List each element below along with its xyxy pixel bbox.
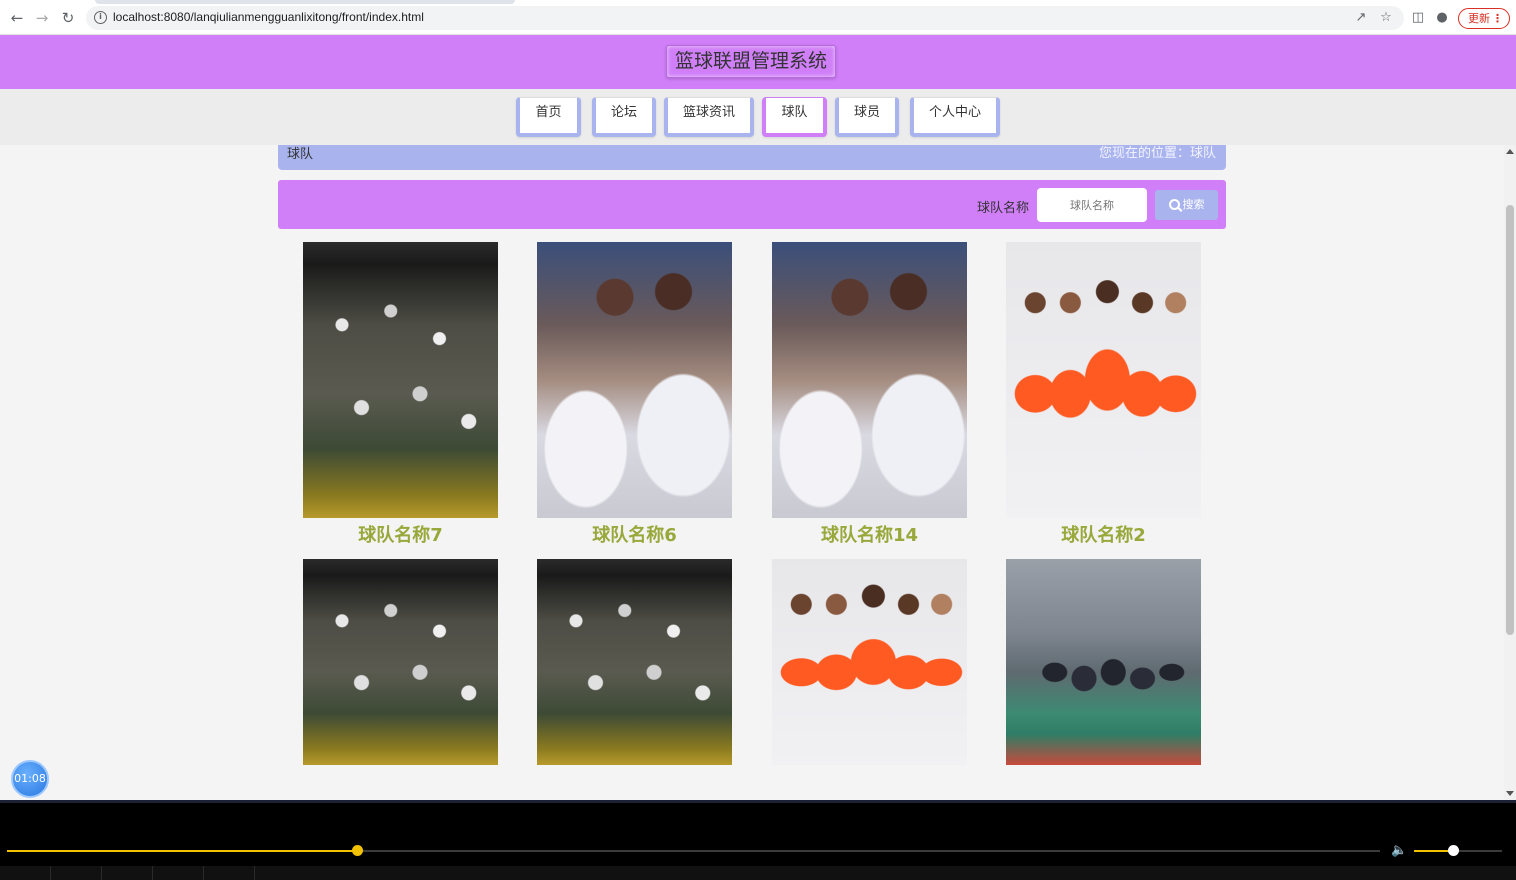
strip-divider (101, 866, 102, 880)
address-bar[interactable]: i localhost:8080/lanqiulianmengguanlixit… (86, 6, 1404, 30)
update-label: 更新 (1468, 12, 1490, 25)
scroll-up-icon[interactable] (1506, 149, 1514, 154)
team-name[interactable]: 球队名称6 (537, 521, 732, 547)
back-icon[interactable]: ← (8, 9, 26, 27)
browser-toolbar: ← → ↻ i localhost:8080/lanqiulianmenggua… (0, 0, 1516, 35)
page-scrollbar[interactable] (1504, 145, 1516, 800)
team-card[interactable] (537, 559, 732, 765)
team-photo[interactable] (1006, 242, 1201, 518)
volume-handle[interactable] (1447, 845, 1459, 856)
volume-icon[interactable]: 🔈 (1391, 843, 1407, 859)
team-card[interactable]: 球队名称14 (772, 242, 967, 547)
nav-teams[interactable]: 球队 (762, 97, 827, 137)
url-text[interactable]: localhost:8080/lanqiulianmengguanlixiton… (113, 10, 424, 24)
team-card[interactable]: 球队名称6 (537, 242, 732, 547)
search-button[interactable]: 搜索 (1155, 190, 1218, 220)
share-icon[interactable]: ↗ (1353, 10, 1369, 26)
team-card[interactable] (772, 559, 967, 765)
search-button-label: 搜索 (1182, 198, 1205, 211)
volume-slider[interactable] (1414, 845, 1502, 856)
profile-icon[interactable]: ● (1434, 10, 1450, 26)
player-divider (0, 800, 1516, 803)
team-photo[interactable] (303, 242, 498, 518)
team-photo[interactable] (303, 559, 498, 765)
sidebar-icon[interactable]: ◫ (1410, 10, 1426, 26)
seek-progress (7, 850, 358, 852)
site-header: 篮球联盟管理系统 (0, 35, 1516, 89)
breadcrumb: 球队 您现在的位置：球队 (278, 145, 1226, 170)
info-icon[interactable]: i (94, 11, 107, 24)
page-viewport: 篮球联盟管理系统 首页 论坛 篮球资讯 球队 球员 个人中心 球队 您现在的位置… (0, 35, 1516, 800)
team-name[interactable]: 球队名称14 (772, 521, 967, 547)
team-card[interactable] (303, 559, 498, 765)
volume-level (1414, 850, 1453, 852)
video-player-controls: 🔈 (0, 800, 1516, 880)
nav-forum[interactable]: 论坛 (592, 97, 656, 137)
team-name-search-input[interactable] (1037, 188, 1147, 222)
team-card[interactable]: 球队名称2 (1006, 242, 1201, 547)
team-photo[interactable] (537, 559, 732, 765)
team-photo[interactable] (1006, 559, 1201, 765)
site-title: 篮球联盟管理系统 (666, 45, 837, 78)
strip-divider (152, 866, 153, 880)
nav-profile[interactable]: 个人中心 (910, 97, 1000, 137)
main-nav: 首页 论坛 篮球资讯 球队 球员 个人中心 (0, 89, 1516, 145)
reload-icon[interactable]: ↻ (59, 9, 77, 27)
seek-bar[interactable] (7, 845, 1380, 856)
search-label: 球队名称 (977, 201, 1030, 216)
player-bottom-strip (0, 866, 1516, 880)
nav-news[interactable]: 篮球资讯 (664, 97, 754, 137)
team-photo[interactable] (537, 242, 732, 518)
team-photo[interactable] (772, 559, 967, 765)
seek-handle[interactable] (352, 845, 364, 856)
scroll-down-icon[interactable] (1506, 791, 1514, 796)
search-bar: 球队名称 搜索 (278, 180, 1226, 229)
team-photo[interactable] (772, 242, 967, 518)
breadcrumb-current: 球队 (287, 147, 314, 162)
nav-home[interactable]: 首页 (516, 97, 581, 137)
team-card[interactable]: 球队名称7 (303, 242, 498, 547)
search-icon (1168, 199, 1180, 210)
forward-icon[interactable]: → (33, 9, 51, 27)
star-icon[interactable]: ☆ (1378, 10, 1394, 26)
scroll-thumb[interactable] (1506, 205, 1514, 635)
strip-divider (254, 866, 255, 880)
nav-players[interactable]: 球员 (835, 97, 899, 137)
recording-timer[interactable]: 01:08 (11, 760, 49, 798)
active-tab-edge (95, 0, 515, 4)
content-area: 球队 您现在的位置：球队 球队名称 搜索 球队名称7 球队名称6 球队名称14 … (0, 145, 1504, 800)
strip-divider (203, 866, 204, 880)
menu-dots-icon[interactable]: ⋮ (1492, 9, 1503, 28)
strip-divider (50, 866, 51, 880)
update-button[interactable]: 更新 ⋮ (1458, 8, 1510, 29)
team-card[interactable] (1006, 559, 1201, 765)
team-name[interactable]: 球队名称7 (303, 521, 498, 547)
team-name[interactable]: 球队名称2 (1006, 521, 1201, 547)
breadcrumb-location: 您现在的位置：球队 (1098, 146, 1216, 161)
